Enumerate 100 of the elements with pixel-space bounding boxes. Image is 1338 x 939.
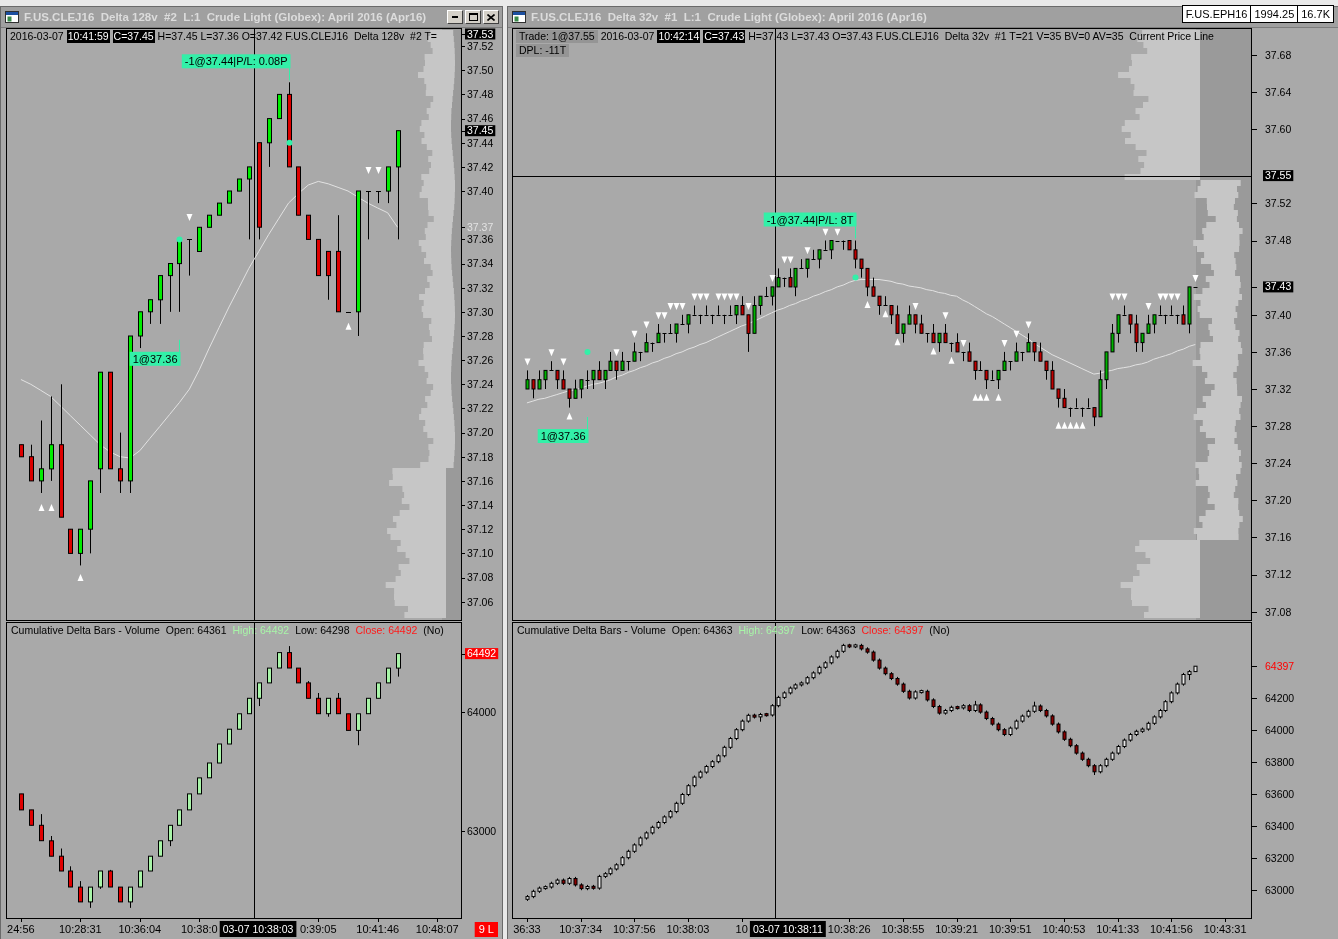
axis-label: 37.36 xyxy=(467,233,494,246)
candlestick xyxy=(267,667,272,684)
candlestick xyxy=(177,809,182,826)
axis-label: 37.16 xyxy=(467,474,494,487)
candlestick xyxy=(68,528,73,554)
candlestick xyxy=(29,809,34,826)
table-cell: 1994.25 xyxy=(1251,5,1298,23)
candlestick xyxy=(306,214,311,240)
highlighted-value: C=37.45 xyxy=(112,30,155,43)
candlestick xyxy=(386,667,391,684)
axis-label: 63600 xyxy=(1265,787,1295,800)
price-marker-label: 37.43 xyxy=(1263,280,1294,293)
candlestick xyxy=(326,697,331,718)
axis-label: 63000 xyxy=(467,824,497,837)
time-axis-label: 10:37:56 xyxy=(612,923,656,935)
candlestick xyxy=(98,870,103,890)
indicator-stat: (No) xyxy=(423,624,444,637)
axis-label: 64200 xyxy=(1265,691,1295,704)
candlestick xyxy=(287,645,292,669)
indicator-stat: Close: 64492 xyxy=(355,624,418,637)
indicator-stat: Low: 64298 xyxy=(295,624,350,637)
candlestick xyxy=(88,886,93,909)
axis-label: 37.34 xyxy=(467,257,494,270)
candlestick xyxy=(217,202,222,216)
price-marker-label: 64492 xyxy=(465,647,499,660)
candlestick xyxy=(19,444,24,458)
candlestick xyxy=(356,713,361,746)
time-axis-label: 10:38:26 xyxy=(827,923,871,935)
annotation: 1@37.36 xyxy=(540,430,586,442)
candlestick xyxy=(128,886,133,909)
indicator-stat: Open: 64363 xyxy=(671,624,733,637)
candlestick xyxy=(277,93,282,120)
table-cell: 16.7K xyxy=(1297,5,1334,23)
annotation: -1@37.44|P/L: 8T xyxy=(766,213,854,226)
close-icon xyxy=(487,13,495,21)
maximize-icon xyxy=(468,13,478,21)
axis-label: 37.52 xyxy=(1265,197,1292,210)
indicator-stat: Low: 64363 xyxy=(801,624,856,637)
trade-info-text: DPL: -11T xyxy=(516,44,570,57)
candlestick xyxy=(365,190,372,240)
candlestick xyxy=(108,869,113,888)
time-axis-label: 10:28:31 xyxy=(58,923,102,935)
crosshair-time-label: 03-07 10:38:03 xyxy=(219,921,297,937)
axis-label: 37.22 xyxy=(467,402,494,415)
candlestick xyxy=(257,682,262,707)
time-axis-label: 10:37:34 xyxy=(559,923,603,935)
highlighted-value: C=37.43 xyxy=(703,30,746,43)
maximize-button[interactable] xyxy=(465,10,481,24)
price-marker-label: 37.37 xyxy=(467,220,494,233)
axis-label: 37.20 xyxy=(1265,494,1292,507)
axis-label: 37.10 xyxy=(467,547,494,560)
trade-label: -1@37.44|P/L: 0.08P xyxy=(181,54,291,81)
axis-label: 63400 xyxy=(1265,819,1295,832)
highlighted-value: 10:42:14 xyxy=(657,30,701,43)
axis-label: 37.68 xyxy=(1265,48,1292,61)
candlestick xyxy=(396,653,401,678)
highlighted-value: 10:41:59 xyxy=(66,30,110,43)
candlestick xyxy=(138,870,143,888)
time-axis-label: 10:39:51 xyxy=(988,923,1032,935)
time-axis-label: 10:41:46 xyxy=(356,923,400,935)
candlestick xyxy=(186,238,193,277)
close-button[interactable] xyxy=(483,10,499,24)
candlestick xyxy=(19,793,24,811)
axis-label: 37.50 xyxy=(467,64,494,77)
trade-info-text: Trade: 1@37.55 xyxy=(516,30,598,43)
time-axis-label: 10:39:21 xyxy=(935,923,979,935)
axis-label: 37.16 xyxy=(1265,531,1292,544)
candlestick xyxy=(78,880,83,903)
candlestick xyxy=(267,118,272,168)
axis-label: 37.26 xyxy=(467,353,494,366)
axis-label: 37.08 xyxy=(467,571,494,584)
candlestick xyxy=(326,250,331,301)
candlestick xyxy=(148,299,153,325)
candlestick xyxy=(227,728,232,745)
axis-label: 37.14 xyxy=(467,498,494,511)
candlestick xyxy=(345,311,352,313)
candlestick xyxy=(366,697,371,715)
axis-label: 37.06 xyxy=(467,595,494,608)
candlestick xyxy=(296,166,301,216)
axis-label: 37.48 xyxy=(1265,234,1292,247)
time-axis-label: 10:48:07 xyxy=(415,923,459,935)
axis-label: 37.28 xyxy=(467,329,494,342)
candlestick xyxy=(237,713,242,730)
window-title: F.US.CLEJ16 Delta 32v #1 L:1 Crude Light (Globex): April 2016 (Apr16) xyxy=(531,10,927,24)
time-axis-label: 10:41:33 xyxy=(1096,923,1140,935)
axis-label: 37.24 xyxy=(1265,457,1292,469)
candlestick xyxy=(148,855,153,872)
candlestick xyxy=(168,263,173,313)
axis-label: 37.40 xyxy=(1265,308,1292,321)
axis-label: 37.40 xyxy=(467,184,494,197)
axis-label: 63200 xyxy=(1265,851,1295,864)
axis-label: 37.28 xyxy=(1265,419,1292,432)
candlestick xyxy=(49,835,54,857)
axis-label: 37.44 xyxy=(467,136,494,149)
crosshair-time-label: 03-07 10:38:11 xyxy=(749,921,826,937)
minimize-button[interactable] xyxy=(447,10,463,24)
candlestick xyxy=(138,311,143,349)
axis-label: 37.46 xyxy=(467,112,494,125)
chart-info-text: 2016-03-07 xyxy=(10,30,64,43)
axis-label: 37.36 xyxy=(1265,345,1292,358)
